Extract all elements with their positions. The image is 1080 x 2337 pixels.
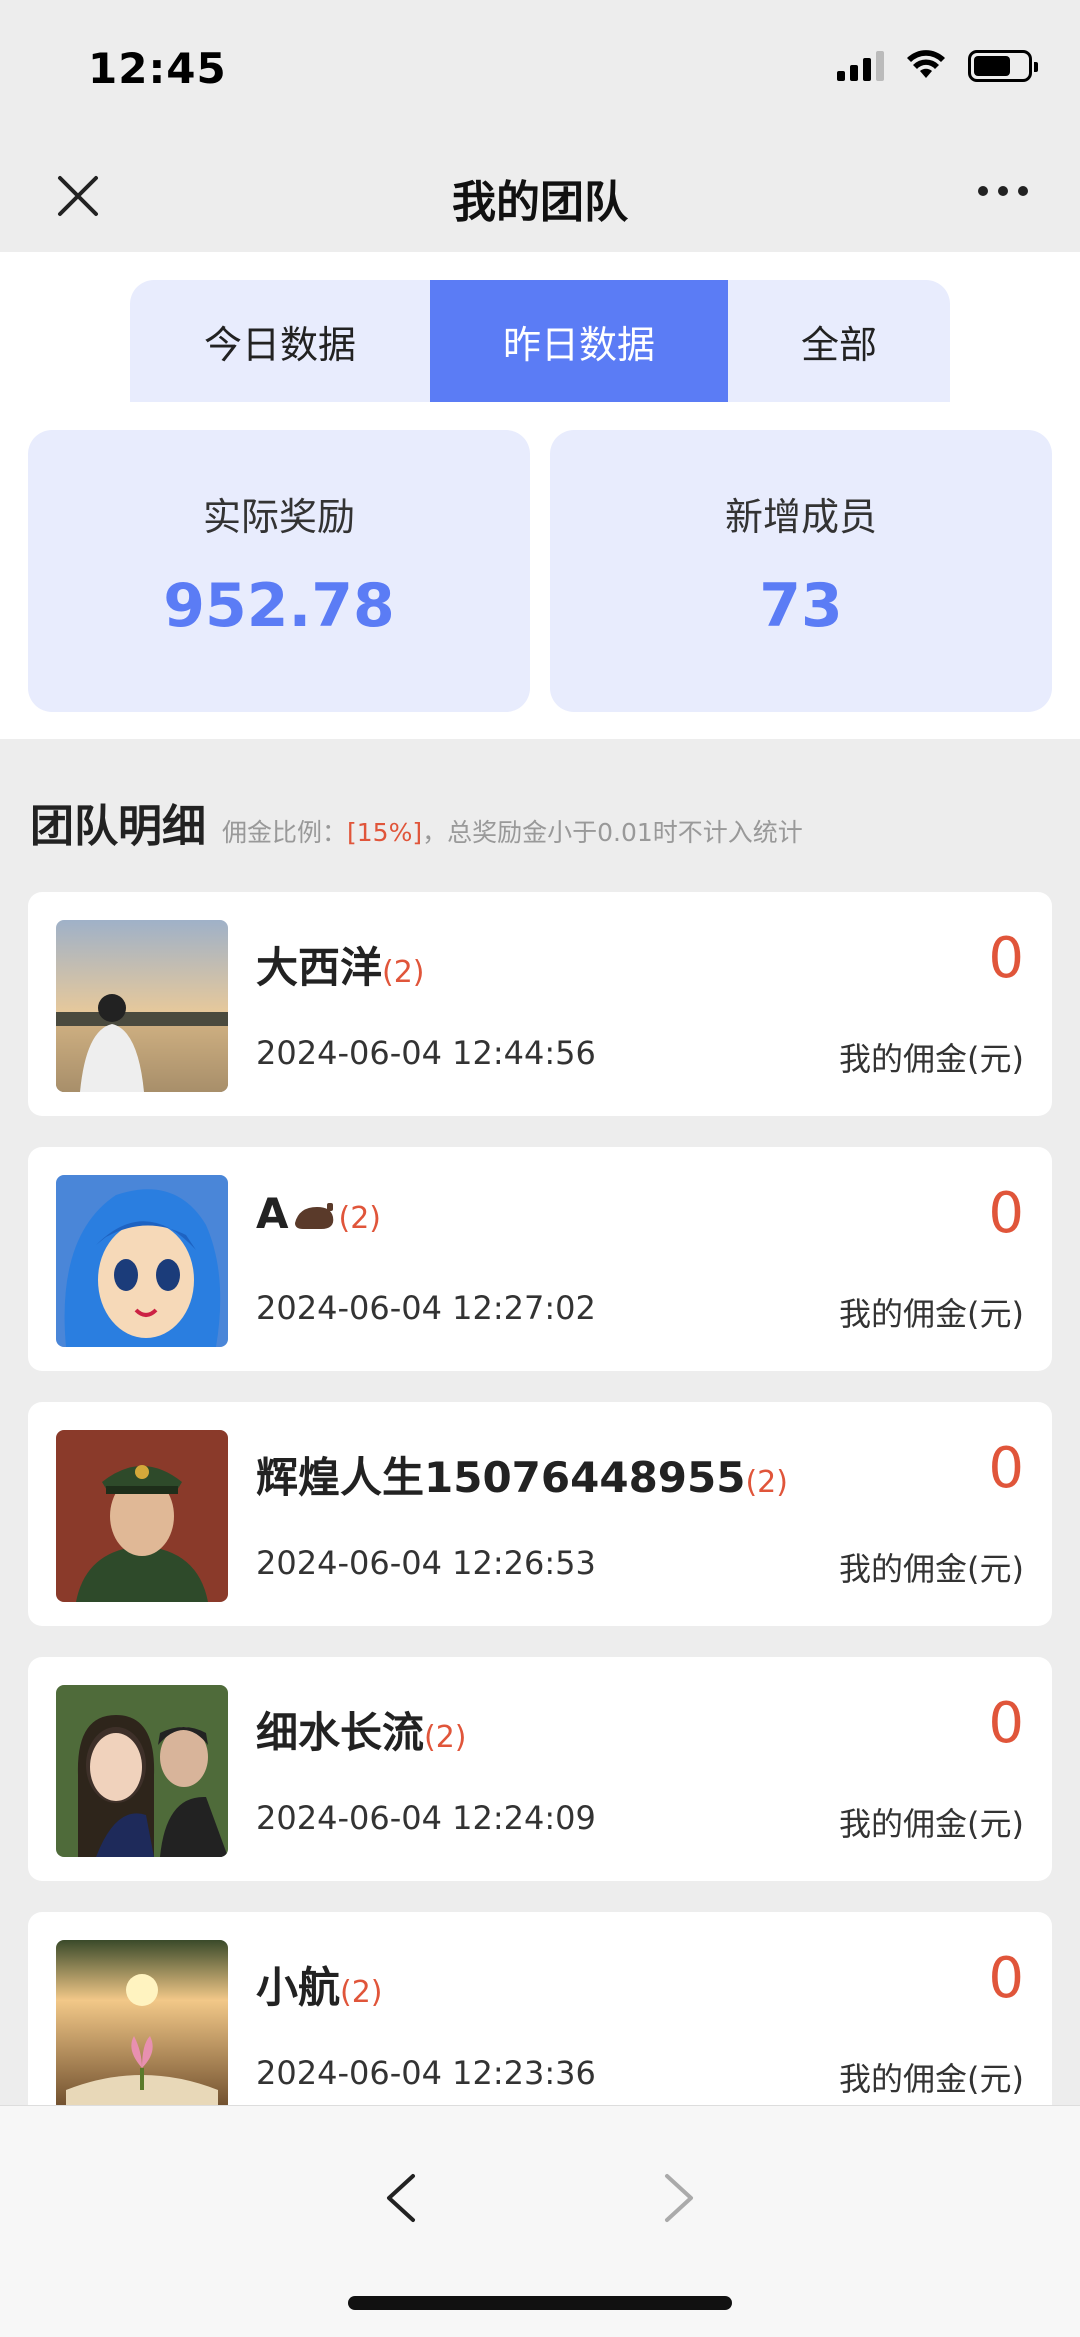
section-title: 团队明细 [30, 801, 206, 852]
forward-arrow-icon[interactable] [655, 2168, 705, 2228]
member-count: (2) [424, 1720, 467, 1755]
back-arrow-icon[interactable] [375, 2168, 425, 2228]
tab-all[interactable]: 全部 [728, 280, 950, 402]
member-name: 小航(2) [256, 1963, 383, 2012]
page-title: 我的团队 [452, 177, 628, 228]
tab-yesterday[interactable]: 昨日数据 [430, 280, 728, 402]
member-count: (2) [382, 955, 425, 990]
note-prefix: 佣金比例： [222, 818, 348, 847]
stat-value: 73 [759, 571, 843, 641]
commission-value: 0 [988, 1946, 1024, 2011]
list-item[interactable]: A (2) 2024-06-04 12:27:02 0 我的佣金(元) [28, 1147, 1052, 1371]
member-name: 大西洋(2) [256, 943, 425, 992]
stat-label: 新增成员 [724, 495, 877, 539]
commission-label: 我的佣金(元) [839, 1805, 1024, 1843]
stat-label: 实际奖励 [202, 495, 355, 539]
commission-rate: [15%] [347, 818, 423, 847]
home-indicator [348, 2296, 732, 2310]
member-time: 2024-06-04 12:27:02 [256, 1289, 596, 1327]
stat-card-reward: 实际奖励 952.78 [28, 430, 530, 712]
commission-value: 0 [988, 1436, 1024, 1501]
section-header: 团队明细 佣金比例：[15%]，总奖励金小于0.01时不计入统计 [30, 790, 1050, 854]
wifi-icon [907, 50, 945, 78]
avatar [56, 1175, 228, 1347]
section-note: 佣金比例：[15%]，总奖励金小于0.01时不计入统计 [222, 813, 803, 849]
bottom-nav-bar [0, 2105, 1080, 2337]
member-time: 2024-06-04 12:24:09 [256, 1799, 596, 1837]
avatar [56, 1685, 228, 1857]
more-icon[interactable] [978, 186, 1028, 196]
list-item[interactable]: 辉煌人生15076448955(2) 2024-06-04 12:26:53 0… [28, 1402, 1052, 1626]
avatar [56, 920, 228, 1092]
member-time: 2024-06-04 12:23:36 [256, 2054, 596, 2092]
member-list: 大西洋(2) 2024-06-04 12:44:56 0 我的佣金(元) A (2… [28, 892, 1052, 2167]
member-name: 辉煌人生15076448955(2) [256, 1453, 788, 1502]
tab-today[interactable]: 今日数据 [130, 280, 430, 402]
list-item[interactable]: 细水长流(2) 2024-06-04 12:24:09 0 我的佣金(元) [28, 1657, 1052, 1881]
list-item[interactable]: 大西洋(2) 2024-06-04 12:44:56 0 我的佣金(元) [28, 892, 1052, 1116]
note-suffix: ，总奖励金小于0.01时不计入统计 [422, 818, 803, 847]
battery-icon [968, 50, 1038, 82]
stat-value: 952.78 [163, 571, 395, 641]
member-count: (2) [340, 1975, 383, 2010]
member-name: 细水长流(2) [256, 1708, 467, 1757]
member-time: 2024-06-04 12:26:53 [256, 1544, 596, 1582]
summary-panel: 今日数据 昨日数据 全部 实际奖励 952.78 新增成员 73 [0, 252, 1080, 739]
status-time: 12:45 [88, 44, 227, 93]
nav-bar: 我的团队 [0, 140, 1080, 252]
member-name: A (2) [256, 1189, 382, 1238]
member-count: (2) [338, 1201, 382, 1236]
commission-label: 我的佣金(元) [839, 1295, 1024, 1333]
member-time: 2024-06-04 12:44:56 [256, 1034, 596, 1072]
stat-card-new-members: 新增成员 73 [550, 430, 1052, 712]
commission-label: 我的佣金(元) [839, 1550, 1024, 1588]
avatar [56, 1940, 228, 2112]
commission-value: 0 [988, 1691, 1024, 1756]
member-count: (2) [745, 1465, 788, 1500]
list-item[interactable]: 小航(2) 2024-06-04 12:23:36 0 我的佣金(元) [28, 1912, 1052, 2136]
commission-value: 0 [988, 1181, 1024, 1246]
status-icons [837, 50, 1038, 82]
date-tabs: 今日数据 昨日数据 全部 [130, 280, 950, 402]
status-bar: 12:45 [0, 0, 1080, 140]
avatar [56, 1430, 228, 1602]
commission-label: 我的佣金(元) [839, 2060, 1024, 2098]
signal-icon [837, 51, 884, 81]
commission-label: 我的佣金(元) [839, 1040, 1024, 1078]
commission-value: 0 [988, 926, 1024, 991]
emoji-icon [294, 1202, 333, 1229]
